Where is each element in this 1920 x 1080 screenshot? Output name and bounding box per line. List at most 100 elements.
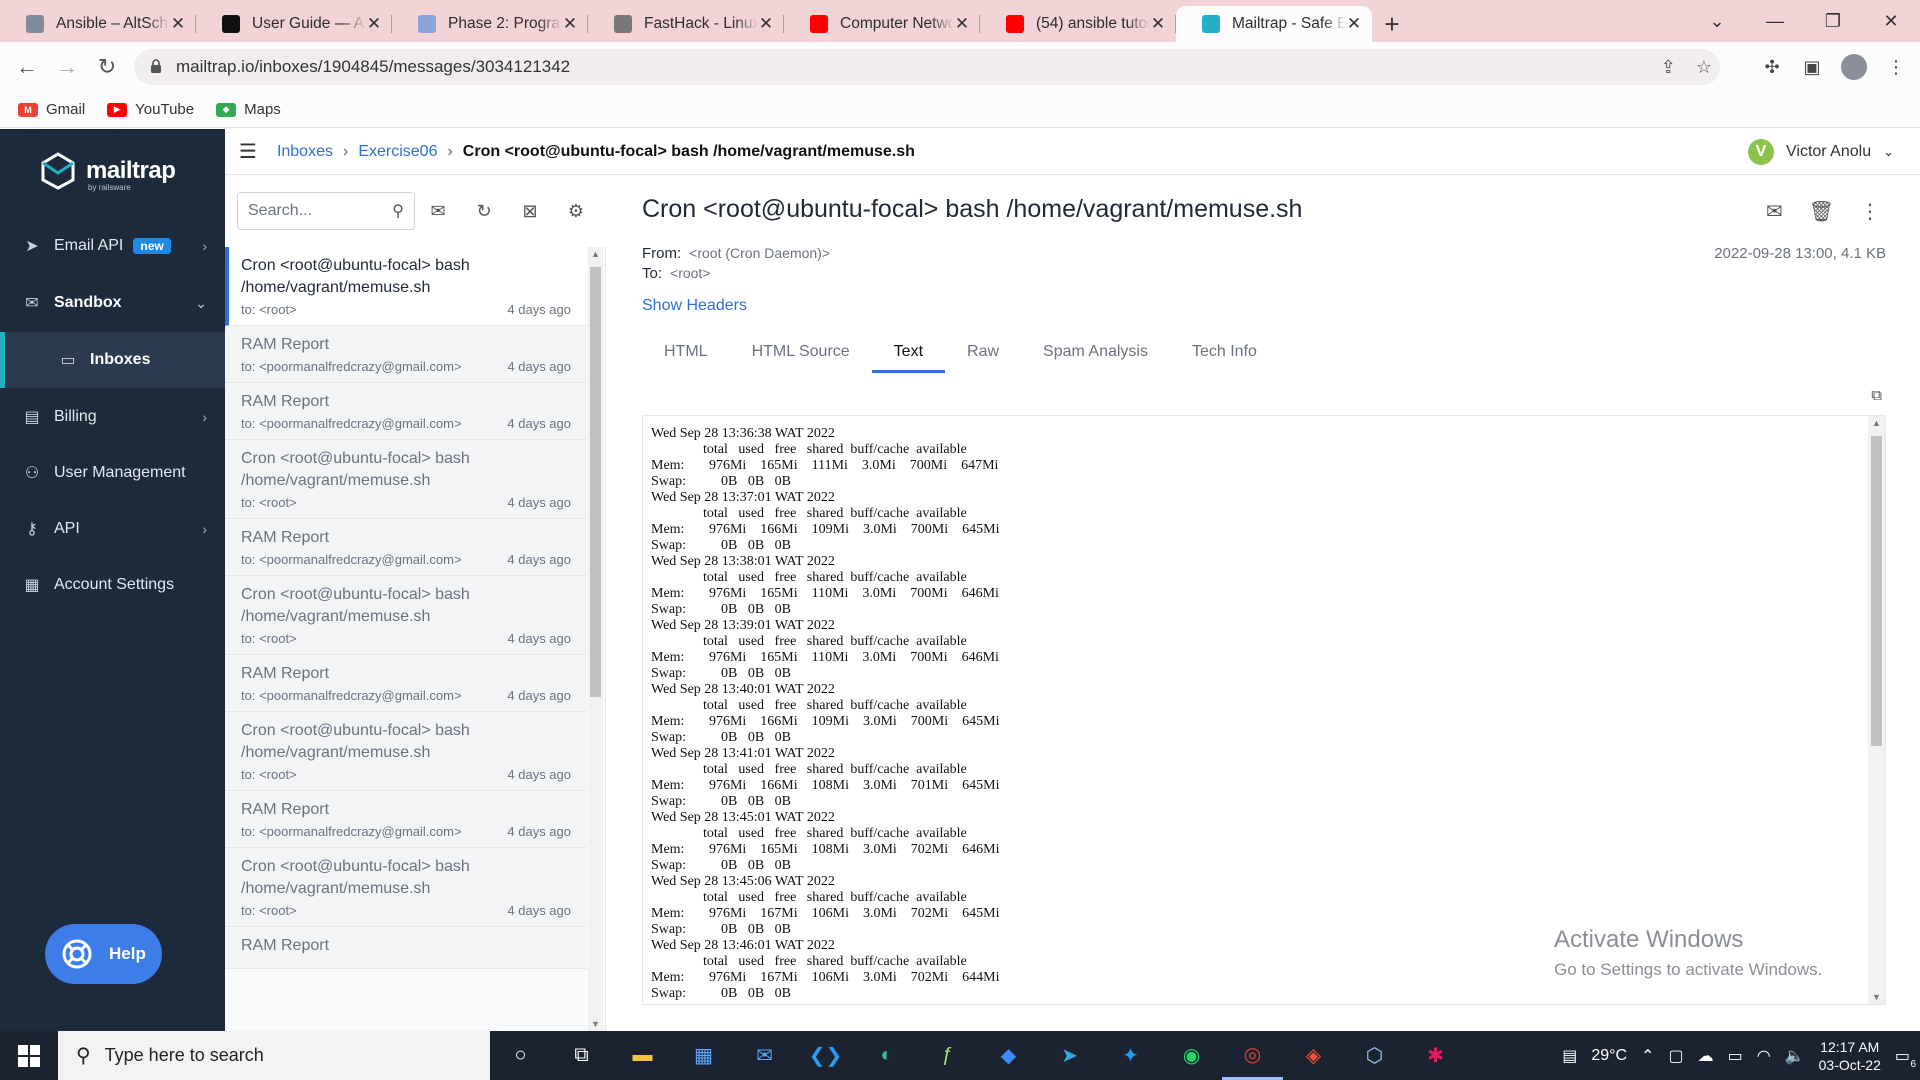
sidebar-item-api[interactable]: ⚷ API ›: [0, 501, 225, 557]
browser-tab[interactable]: Phase 2: Programmin✕: [392, 6, 588, 42]
mailtrap-logo[interactable]: mailtrap by railsware: [38, 151, 176, 192]
side-panel-icon[interactable]: ▣: [1792, 42, 1832, 92]
reload-button[interactable]: ↻: [86, 46, 128, 88]
mark-read-icon[interactable]: ✉: [415, 192, 461, 230]
breadcrumb-inboxes[interactable]: Inboxes: [277, 143, 333, 161]
tab-text[interactable]: Text: [871, 333, 946, 373]
mail-icon[interactable]: ✉: [734, 1031, 795, 1080]
list-item[interactable]: RAM Report: [225, 927, 587, 969]
search-input[interactable]: Search... ⚲: [237, 192, 415, 230]
scroll-down-icon[interactable]: ▼: [588, 1019, 603, 1029]
sidebar-item-email-api[interactable]: ➤ Email API new ›: [0, 218, 225, 274]
close-icon[interactable]: ✕: [954, 14, 970, 34]
close-icon[interactable]: ✕: [1346, 14, 1362, 34]
cortana-icon[interactable]: ○: [490, 1031, 551, 1080]
scroll-up-icon[interactable]: ▲: [588, 249, 603, 259]
list-item[interactable]: Cron <root@ubuntu-focal> bash /home/vagr…: [225, 440, 587, 519]
git-icon[interactable]: ◈: [1283, 1031, 1344, 1080]
tab-raw[interactable]: Raw: [945, 333, 1021, 373]
list-item[interactable]: Cron <root@ubuntu-focal> bash /home/vagr…: [225, 576, 587, 655]
edge-icon[interactable]: ◐: [856, 1031, 917, 1080]
list-item[interactable]: RAM Report to: <poormanalfredcrazy@gmail.…: [225, 791, 587, 848]
bookmark-star-icon[interactable]: ☆: [1696, 57, 1712, 78]
bookmark-youtube[interactable]: ▶ YouTube: [107, 101, 194, 118]
more-icon[interactable]: ⋮: [1860, 199, 1880, 224]
browser-menu-icon[interactable]: ⋮: [1876, 42, 1916, 92]
user-menu[interactable]: V Victor Anolu ⌄: [1748, 138, 1894, 165]
tray-chevron-icon[interactable]: ⌃: [1641, 1046, 1654, 1066]
back-button[interactable]: ←: [6, 46, 48, 88]
chrome-icon[interactable]: ◎: [1222, 1031, 1283, 1080]
close-icon[interactable]: ✕: [366, 14, 382, 34]
new-tab-button[interactable]: +: [1372, 6, 1412, 42]
bookmark-maps[interactable]: ◆ Maps: [216, 101, 281, 118]
tab-tech-info[interactable]: Tech Info: [1170, 333, 1279, 373]
close-icon[interactable]: ✕: [758, 14, 774, 34]
virtualbox-icon[interactable]: ⬡: [1344, 1031, 1405, 1080]
browser-tab[interactable]: Computer Networkinc✕: [784, 6, 980, 42]
wifi-icon[interactable]: ◠: [1757, 1046, 1771, 1066]
extensions-icon[interactable]: ✣: [1752, 42, 1792, 92]
close-icon[interactable]: ✕: [1150, 14, 1166, 34]
vscode-icon[interactable]: ❮❯: [795, 1031, 856, 1080]
help-button[interactable]: Help: [45, 924, 162, 984]
temperature[interactable]: 29°C: [1591, 1047, 1627, 1065]
profile-avatar[interactable]: [1834, 42, 1874, 92]
close-icon[interactable]: ✕: [562, 14, 578, 34]
restore-button[interactable]: ❐: [1804, 0, 1862, 42]
whatsapp-icon[interactable]: ◉: [1161, 1031, 1222, 1080]
tab-html-source[interactable]: HTML Source: [730, 333, 872, 373]
close-window-button[interactable]: ✕: [1862, 0, 1920, 42]
battery-icon[interactable]: ▭: [1728, 1046, 1743, 1066]
list-item[interactable]: RAM Report to: <poormanalfredcrazy@gmail.…: [225, 383, 587, 440]
cloud-icon[interactable]: ☁: [1698, 1046, 1714, 1066]
clear-inbox-icon[interactable]: ⊠: [507, 192, 553, 230]
show-headers-link[interactable]: Show Headers: [642, 297, 747, 315]
forward-button[interactable]: →: [46, 46, 88, 88]
tab-search-icon[interactable]: ⌄: [1688, 0, 1746, 42]
scrollbar-thumb[interactable]: [1871, 436, 1882, 746]
list-item[interactable]: Cron <root@ubuntu-focal> bash /home/vagr…: [225, 848, 587, 927]
clock[interactable]: 12:17 AM 03-Oct-22: [1819, 1038, 1881, 1074]
open-external-icon[interactable]: ⧉: [1871, 387, 1882, 404]
list-item[interactable]: RAM Report to: <poormanalfredcrazy@gmail.…: [225, 655, 587, 712]
store-icon[interactable]: ▦: [673, 1031, 734, 1080]
dropbox-icon[interactable]: ◆: [978, 1031, 1039, 1080]
volume-icon[interactable]: 🔈: [1785, 1046, 1805, 1066]
gear-icon[interactable]: ⚙: [553, 192, 599, 230]
tab-spam-analysis[interactable]: Spam Analysis: [1021, 333, 1170, 373]
refresh-icon[interactable]: ↻: [461, 192, 507, 230]
sidebar-item-account-settings[interactable]: ▦ Account Settings: [0, 557, 225, 613]
minimize-button[interactable]: —: [1746, 0, 1804, 42]
close-icon[interactable]: ✕: [170, 14, 186, 34]
tab-html[interactable]: HTML: [642, 333, 730, 373]
scroll-up-icon[interactable]: ▲: [1868, 418, 1885, 428]
browser-tab[interactable]: (54) ansible tutorial -✕: [980, 6, 1176, 42]
tray-apps-icon[interactable]: ▢: [1668, 1046, 1683, 1066]
twitter-icon[interactable]: ✦: [1100, 1031, 1161, 1080]
sidebar-item-billing[interactable]: ▤ Billing ›: [0, 389, 225, 445]
slack-icon[interactable]: ✱: [1405, 1031, 1466, 1080]
file-explorer-icon[interactable]: ▬: [612, 1031, 673, 1080]
list-item[interactable]: Cron <root@ubuntu-focal> bash /home/vagr…: [225, 712, 587, 791]
share-icon[interactable]: ⇪: [1661, 57, 1676, 78]
trash-icon[interactable]: 🗑: [1809, 199, 1834, 224]
menu-toggle-icon[interactable]: ☰: [239, 139, 257, 164]
browser-tab[interactable]: User Guide — Ansible✕: [196, 6, 392, 42]
sidebar-item-sandbox[interactable]: ✉ Sandbox ⌄: [0, 275, 225, 331]
list-item[interactable]: Cron <root@ubuntu-focal> bash /home/vagr…: [225, 247, 587, 326]
browser-tab[interactable]: FastHack - Linux FUN✕: [588, 6, 784, 42]
weather-icon[interactable]: ▤: [1562, 1046, 1577, 1066]
forward-mail-icon[interactable]: ✉: [1766, 199, 1783, 224]
sidebar-item-user-management[interactable]: ⚇ User Management: [0, 445, 225, 501]
bookmark-gmail[interactable]: M Gmail: [18, 101, 85, 118]
start-button[interactable]: [0, 1031, 58, 1080]
browser-tab[interactable]: Ansible – AltSchool Af✕: [0, 6, 196, 42]
fx-app-icon[interactable]: ƒ: [917, 1031, 978, 1080]
scroll-down-icon[interactable]: ▼: [1868, 992, 1885, 1002]
url-bar[interactable]: mailtrap.io/inboxes/1904845/messages/303…: [134, 49, 1720, 85]
task-view-icon[interactable]: ⧉: [551, 1031, 612, 1080]
notifications-icon[interactable]: ▭ 6: [1895, 1046, 1916, 1070]
list-scrollbar[interactable]: ▲ ▼: [588, 247, 603, 1031]
breadcrumb-exercise06[interactable]: Exercise06: [358, 143, 437, 161]
